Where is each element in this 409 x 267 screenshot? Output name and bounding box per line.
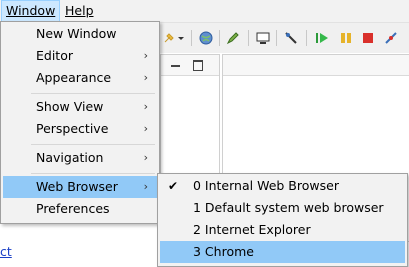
submenu-item-label: 3 Chrome <box>193 244 254 259</box>
submenu-item-label: 0 Internal Web Browser <box>193 178 339 193</box>
menu-item-label: Editor <box>36 48 73 63</box>
submenu-item-label: 2 Internet Explorer <box>193 222 311 237</box>
menu-item-label: Preferences <box>36 201 110 216</box>
menu-item-label: Show View <box>36 99 104 114</box>
menu-bar: Window Help <box>0 0 409 23</box>
menu-item-label: Perspective <box>36 121 109 136</box>
chevron-right-icon: › <box>143 100 148 113</box>
edit-icon[interactable] <box>226 31 240 45</box>
menu-item-navigation[interactable]: Navigation › <box>3 147 157 169</box>
menu-item-label: Navigation <box>36 150 104 165</box>
submenu-item-internet-explorer[interactable]: 2 Internet Explorer <box>160 219 405 241</box>
pause-icon[interactable] <box>339 31 353 45</box>
menu-item-editor[interactable]: Editor › <box>3 45 157 67</box>
web-browser-submenu: ✔ 0 Internal Web Browser 1 Default syste… <box>157 173 408 267</box>
checkmark-icon: ✔ <box>168 179 179 193</box>
chevron-right-icon: › <box>143 180 148 193</box>
toolbar-separator <box>276 30 277 46</box>
menu-item-label: New Window <box>36 26 117 41</box>
brush-icon[interactable] <box>284 31 298 45</box>
chevron-right-icon: › <box>143 151 148 164</box>
menu-item-perspective[interactable]: Perspective › <box>3 118 157 140</box>
menu-item-web-browser[interactable]: Web Browser › <box>3 176 157 198</box>
menu-item-label: Appearance <box>36 70 112 85</box>
view-pane-header <box>161 55 219 76</box>
minimize-icon[interactable] <box>171 65 180 67</box>
pin-icon[interactable] <box>162 31 176 45</box>
dropdown-arrow-icon[interactable] <box>177 31 185 45</box>
chevron-right-icon: › <box>143 49 148 62</box>
bottom-link[interactable]: ct <box>0 244 12 259</box>
maximize-icon[interactable] <box>193 60 203 71</box>
toolbar-separator <box>248 30 249 46</box>
globe-icon[interactable] <box>199 31 213 45</box>
toolbar-separator <box>191 30 192 46</box>
menu-item-new-window[interactable]: New Window <box>3 23 157 45</box>
toolbar-separator <box>219 30 220 46</box>
toolbar-separator <box>306 30 307 46</box>
menu-separator <box>31 173 155 174</box>
menu-item-show-view[interactable]: Show View › <box>3 96 157 118</box>
run-icon[interactable] <box>315 31 329 45</box>
menu-item-preferences[interactable]: Preferences <box>3 198 157 220</box>
menu-item-appearance[interactable]: Appearance › <box>3 67 157 89</box>
submenu-item-default-system-web-browser[interactable]: 1 Default system web browser <box>160 197 405 219</box>
submenu-item-internal-web-browser[interactable]: ✔ 0 Internal Web Browser <box>160 175 405 197</box>
submenu-item-chrome[interactable]: 3 Chrome <box>160 241 405 263</box>
chevron-right-icon: › <box>143 122 148 135</box>
disconnect-icon[interactable] <box>384 31 398 45</box>
submenu-item-label: 1 Default system web browser <box>193 200 384 215</box>
chevron-right-icon: › <box>143 71 148 84</box>
menu-window[interactable]: Window <box>1 0 61 22</box>
menu-help[interactable]: Help <box>61 1 98 21</box>
view-pane-header <box>223 55 409 76</box>
window-menu: New Window Editor › Appearance › Show Vi… <box>0 21 160 224</box>
menu-item-label: Web Browser <box>36 179 118 194</box>
stop-icon[interactable] <box>361 31 375 45</box>
monitor-icon[interactable] <box>256 31 270 45</box>
menu-separator <box>31 93 155 94</box>
menu-separator <box>31 144 155 145</box>
